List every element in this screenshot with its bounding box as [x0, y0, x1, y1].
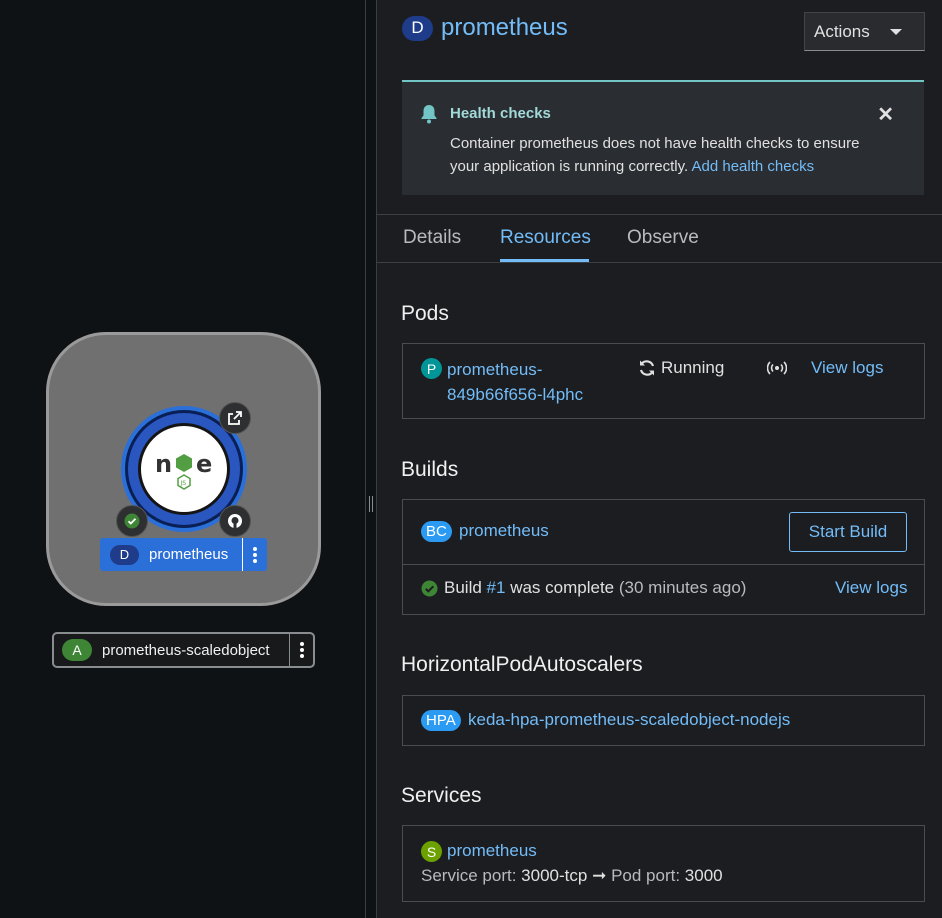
- caret-down-icon: [890, 29, 902, 35]
- service-port-label: Service port:: [421, 866, 517, 885]
- alert-body: Container prometheus does not have healt…: [450, 132, 890, 178]
- pod-badge: P: [421, 358, 442, 379]
- tab-resources[interactable]: Resources: [500, 227, 591, 249]
- service-port-value: 3000-tcp: [521, 866, 588, 885]
- builds-divider: [403, 564, 924, 565]
- deployment-name: prometheus: [149, 546, 229, 563]
- side-panel: D prometheus Actions Health checks ✕ Con…: [377, 0, 942, 918]
- panel-tabs: Details Resources Observe: [377, 215, 942, 263]
- pod-name-line2: 849b66f656-l4phc: [447, 385, 584, 404]
- hpa-card: HPA keda-hpa-prometheus-scaledobject-nod…: [402, 695, 925, 746]
- buildconfig-badge: BC: [421, 521, 452, 542]
- pod-port-value: 3000: [684, 866, 723, 885]
- build-view-logs-link[interactable]: View logs: [835, 578, 907, 598]
- close-icon[interactable]: ✕: [877, 102, 894, 127]
- tab-observe[interactable]: Observe: [627, 227, 699, 249]
- hpa-heading: HorizontalPodAutoscalers: [401, 653, 643, 676]
- builds-heading: Builds: [401, 458, 459, 481]
- build-success-icon[interactable]: [116, 505, 148, 537]
- sync-icon: [638, 359, 656, 382]
- pod-status: Running: [661, 358, 725, 377]
- pod-name-link[interactable]: prometheus- 849b66f656-l4phc: [447, 357, 583, 407]
- build-suffix: was complete: [510, 578, 615, 597]
- nodejs-icon[interactable]: n e JS: [138, 423, 230, 515]
- hpa-badge: HPA: [421, 710, 461, 731]
- builds-card: BC prometheus Start Build Build #1 was c…: [402, 499, 925, 615]
- open-url-icon[interactable]: [219, 402, 251, 434]
- hpa-link[interactable]: keda-hpa-prometheus-scaledobject-nodejs: [468, 710, 790, 730]
- svg-text:n: n: [155, 450, 172, 478]
- svg-text:e: e: [196, 450, 212, 478]
- check-circle-icon: [421, 580, 438, 602]
- active-tab-indicator: [500, 259, 589, 262]
- kebab-menu-icon[interactable]: [242, 538, 267, 571]
- pod-port-label: Pod port:: [611, 866, 681, 885]
- deployment-node-label[interactable]: D prometheus: [100, 538, 267, 571]
- bell-icon: [420, 104, 438, 129]
- pod-name-line1: prometheus-: [447, 360, 543, 379]
- pod-view-logs-link[interactable]: View logs: [811, 358, 883, 378]
- add-health-checks-link[interactable]: Add health checks: [692, 158, 815, 175]
- svg-text:JS: JS: [180, 480, 187, 487]
- scaled-object-node[interactable]: A prometheus-scaledobject: [52, 632, 315, 668]
- pods-heading: Pods: [401, 302, 449, 325]
- kebab-menu-icon[interactable]: [289, 634, 313, 666]
- build-prefix: Build: [444, 578, 482, 597]
- build-time: (30 minutes ago): [618, 578, 747, 597]
- alert-title: Health checks: [450, 105, 551, 122]
- panel-title: D prometheus: [402, 14, 568, 42]
- service-badge: S: [421, 841, 442, 862]
- start-build-button[interactable]: Start Build: [789, 512, 907, 552]
- services-heading: Services: [401, 784, 482, 807]
- resize-handle[interactable]: [367, 496, 375, 512]
- build-status-line: Build #1 was complete (30 minutes ago): [444, 578, 746, 598]
- long-arrow-right-icon: ➞: [592, 866, 607, 885]
- scaled-object-name: prometheus-scaledobject: [102, 641, 270, 659]
- broadcast-icon: [766, 361, 788, 380]
- github-icon[interactable]: [219, 505, 251, 537]
- buildconfig-link[interactable]: prometheus: [459, 521, 549, 541]
- resource-name[interactable]: prometheus: [441, 14, 568, 42]
- actions-dropdown[interactable]: Actions: [804, 12, 925, 51]
- actions-label: Actions: [814, 21, 870, 41]
- service-ports: Service port: 3000-tcp ➞ Pod port: 3000: [421, 866, 723, 886]
- health-checks-alert: Health checks ✕ Container prometheus doe…: [402, 80, 924, 195]
- service-link[interactable]: prometheus: [447, 841, 537, 861]
- deployment-badge: D: [110, 544, 139, 565]
- scaled-object-badge: A: [62, 639, 92, 661]
- tab-details[interactable]: Details: [403, 227, 461, 249]
- pods-card: P prometheus- 849b66f656-l4phc Running Vi…: [402, 343, 925, 419]
- deployment-badge: D: [402, 15, 433, 41]
- services-card: S prometheus Service port: 3000-tcp ➞ Po…: [402, 825, 925, 902]
- panel-divider: [365, 0, 366, 918]
- build-number-link[interactable]: #1: [487, 578, 506, 597]
